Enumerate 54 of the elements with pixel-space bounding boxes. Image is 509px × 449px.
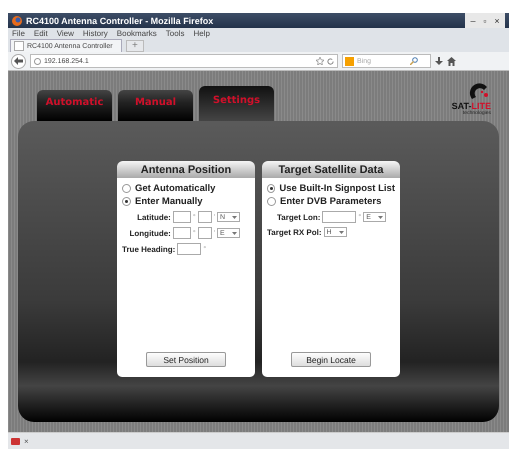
card-title: Antenna Position — [117, 161, 255, 178]
caret-icon — [232, 216, 237, 218]
menu-item[interactable]: Edit — [34, 28, 48, 38]
menu-item[interactable]: Tools — [166, 28, 184, 38]
search-engine-icon — [345, 56, 354, 66]
degrees-field[interactable] — [172, 211, 191, 223]
set-position-button[interactable]: Set Position — [146, 352, 226, 367]
back-button[interactable] — [11, 54, 26, 68]
longitude-field[interactable] — [322, 211, 356, 223]
page-icon — [14, 41, 24, 51]
radio-option[interactable]: Enter Manually — [122, 196, 250, 207]
caret-icon — [232, 232, 237, 234]
close-button[interactable]: × — [24, 436, 29, 446]
menu-item[interactable]: History — [82, 28, 108, 38]
radio-option[interactable]: Get Automatically — [122, 183, 250, 194]
window-control[interactable]: ▫ — [479, 16, 491, 26]
addon-icon[interactable] — [11, 438, 20, 444]
reload-icon[interactable] — [327, 58, 334, 64]
field-label: Target Lon: — [277, 212, 320, 222]
download-icon[interactable] — [435, 56, 443, 66]
radio-button[interactable] — [267, 184, 276, 193]
new-tab-button[interactable]: + — [126, 40, 144, 52]
card-title: Target Satellite Data — [262, 161, 400, 178]
begin-locate-button[interactable]: Begin Locate — [291, 352, 371, 367]
radio-button[interactable] — [122, 197, 131, 206]
minutes-field[interactable] — [198, 211, 212, 223]
minutes-field[interactable] — [198, 227, 212, 239]
menu-item[interactable]: Bookmarks — [116, 28, 157, 38]
back-arrow-icon — [14, 57, 23, 65]
caret-icon — [338, 230, 344, 234]
field-label: Target RX Pol: — [267, 228, 322, 236]
star-icon[interactable] — [316, 57, 324, 65]
degrees-field[interactable] — [172, 227, 191, 239]
menu-item[interactable]: File — [12, 28, 25, 38]
menu-item[interactable]: View — [56, 28, 74, 38]
radio-option[interactable]: Enter DVB Parameters — [267, 196, 395, 207]
heading-field[interactable] — [177, 243, 202, 255]
radio-button[interactable] — [122, 184, 131, 193]
field-label: True Heading: — [122, 244, 176, 254]
radio-option[interactable]: Use Built-In Signpost List — [267, 183, 395, 194]
globe-icon — [34, 58, 41, 64]
field-label: Longitude: — [130, 228, 171, 238]
window-control[interactable]: – — [467, 16, 479, 26]
radio-button[interactable] — [267, 197, 276, 206]
browser-logo-icon — [12, 16, 22, 26]
search-icon[interactable] — [410, 57, 418, 65]
window-title: RC4100 Antenna Controller - Mozilla Firefox — [26, 16, 214, 26]
window-control[interactable]: × — [491, 16, 503, 26]
home-icon[interactable] — [447, 56, 456, 66]
logo-text: SAT-LITE — [452, 101, 491, 111]
field-label: Latitude: — [137, 212, 171, 222]
menu-item[interactable]: Help — [193, 28, 210, 38]
satellite-logo-icon — [469, 83, 491, 101]
caret-icon — [378, 216, 384, 218]
